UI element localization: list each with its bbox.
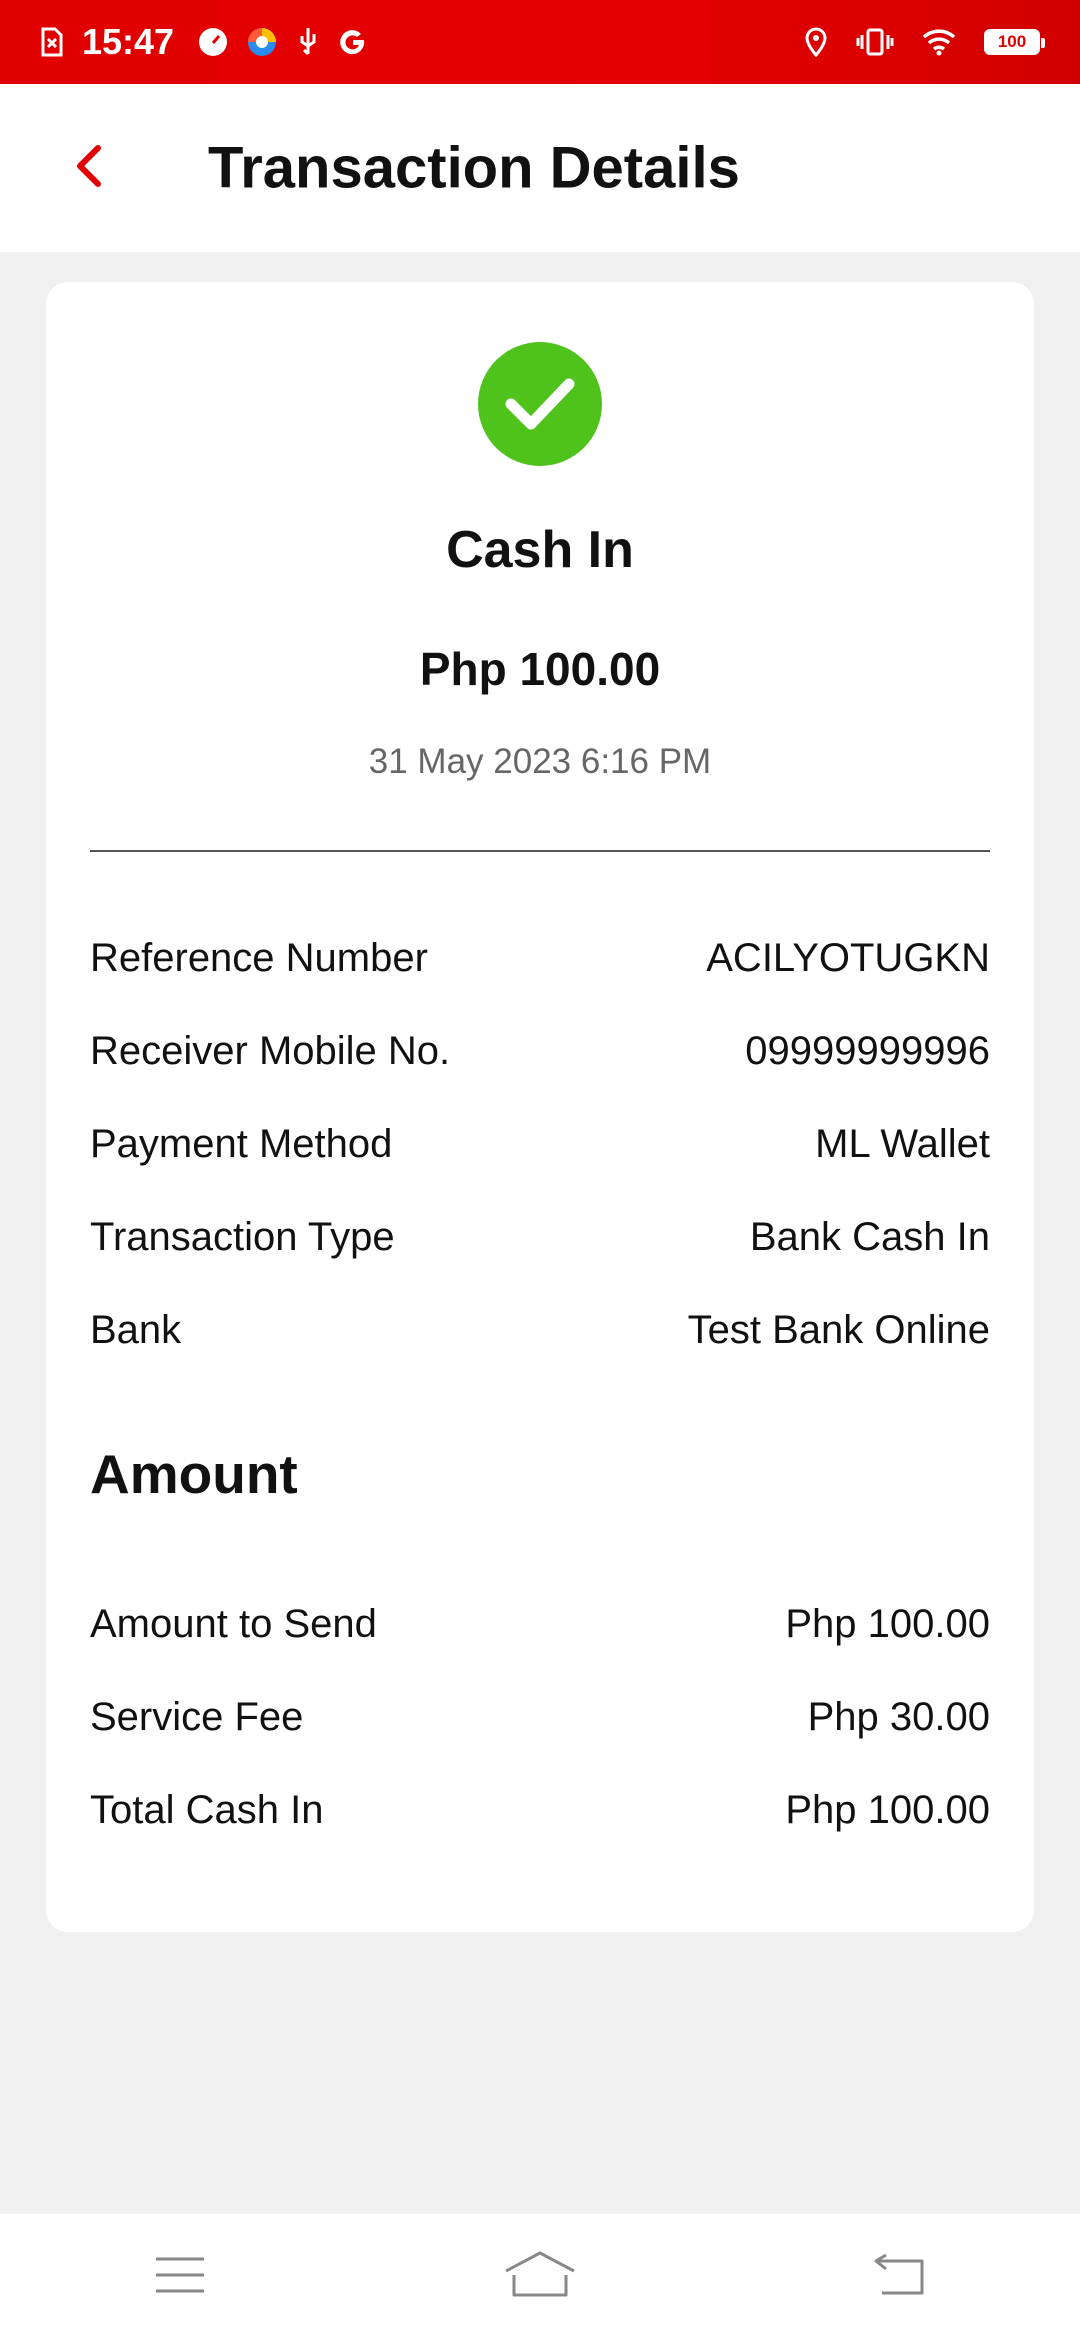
detail-value: ML Wallet [815,1122,990,1166]
location-icon [804,27,828,57]
amount-row-to-send: Amount to Send Php 100.00 [90,1578,990,1671]
home-icon [504,2251,576,2304]
nav-back-button[interactable] [840,2232,960,2322]
divider [90,850,990,852]
detail-label: Bank [90,1308,182,1352]
detail-label: Transaction Type [90,1215,395,1259]
transaction-amount: Php 100.00 [419,643,661,695]
detail-label: Receiver Mobile No. [90,1029,451,1073]
amount-value: Php 30.00 [807,1695,990,1739]
amount-label: Service Fee [90,1695,304,1739]
system-nav-bar [0,2214,1080,2340]
amount-list: Amount to Send Php 100.00 Service Fee Ph… [90,1578,990,1857]
transaction-datetime: 31 May 2023 6:16 PM [368,742,712,781]
amount-row-total: Total Cash In Php 100.00 [90,1764,990,1857]
chevron-left-icon [74,144,104,193]
status-left: 15:47 [40,21,368,63]
status-right: 100 [804,27,1045,57]
back-button[interactable] [62,141,116,195]
detail-row-bank: Bank Test Bank Online [90,1284,990,1377]
detail-row-payment-method: Payment Method ML Wallet [90,1098,990,1191]
page-title: Transaction Details [208,135,740,201]
amount-row-service-fee: Service Fee Php 30.00 [90,1671,990,1764]
back-icon [872,2253,928,2302]
details-list: Reference Number ACILYOTUGKN Receiver Mo… [90,912,990,1377]
battery-icon: 100 [984,29,1045,55]
sim-error-icon [40,27,64,57]
home-button[interactable] [480,2232,600,2322]
detail-value: Test Bank Online [687,1308,990,1352]
menu-icon [154,2255,206,2300]
amount-label: Total Cash In [90,1788,324,1832]
usb-icon [296,26,320,58]
status-bar: 15:47 100 [0,0,1080,84]
amount-value: Php 100.00 [785,1788,990,1832]
speedometer-icon [198,27,228,57]
app-header: Transaction Details [0,84,1080,252]
detail-value: Bank Cash In [749,1215,990,1259]
amount-section-title: Amount [90,1443,298,1505]
amount-value: Php 100.00 [785,1602,990,1646]
success-check-icon [478,342,602,466]
transaction-card: Cash In Php 100.00 31 May 2023 6:16 PM R… [46,282,1034,1932]
detail-label: Reference Number [90,936,428,980]
browser-icon [246,26,278,58]
menu-button[interactable] [120,2232,240,2322]
amount-label: Amount to Send [90,1602,377,1646]
detail-value: ACILYOTUGKN [706,936,990,980]
status-time: 15:47 [82,21,175,62]
detail-row-receiver-mobile: Receiver Mobile No. 09999999996 [90,1005,990,1098]
transaction-title: Cash In [446,521,634,579]
vibrate-icon [856,27,894,57]
status-notification-icons [198,26,368,58]
detail-row-reference: Reference Number ACILYOTUGKN [90,912,990,1005]
wifi-icon [922,28,956,56]
detail-row-transaction-type: Transaction Type Bank Cash In [90,1191,990,1284]
detail-label: Payment Method [90,1122,393,1166]
google-icon [338,27,368,57]
detail-value: 09999999996 [745,1029,990,1073]
